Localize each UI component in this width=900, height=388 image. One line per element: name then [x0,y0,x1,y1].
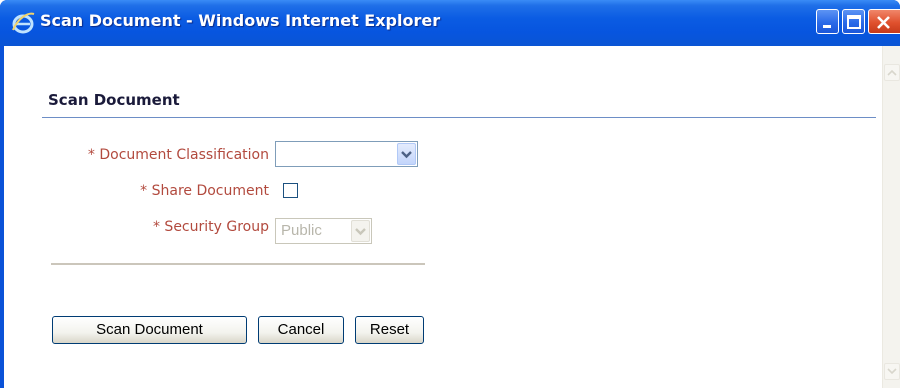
close-button[interactable] [868,9,900,34]
share-document-label: * Share Document [140,183,269,199]
maximize-icon [847,15,861,29]
chevron-down-icon [887,368,897,375]
ie-icon [12,12,35,34]
dropdown-button[interactable] [397,143,416,165]
scroll-up-button[interactable] [884,64,900,81]
reset-button[interactable]: Reset [355,316,424,344]
document-classification-select[interactable] [275,141,418,167]
scan-document-button[interactable]: Scan Document [52,316,247,344]
document-classification-label: * Document Classification [87,147,269,163]
minimize-icon [823,25,831,28]
dropdown-button-disabled [351,220,370,242]
page-content: Scan Document * Document Classification … [4,46,900,388]
chevron-up-icon [887,69,897,76]
close-icon [877,16,890,29]
section-divider [42,117,876,118]
form-divider [51,263,425,265]
chevron-down-icon [401,151,412,159]
security-group-value: Public [281,222,322,239]
security-group-label: * Security Group [152,219,269,235]
window-title: Scan Document - Windows Internet Explore… [40,11,441,30]
section-title: Scan Document [48,91,180,109]
vertical-scrollbar[interactable] [882,46,900,388]
share-document-checkbox[interactable] [283,183,298,198]
minimize-button[interactable] [816,9,839,34]
title-bar[interactable]: Scan Document - Windows Internet Explore… [0,0,900,46]
cancel-button[interactable]: Cancel [258,316,344,344]
scroll-down-button[interactable] [884,363,900,380]
browser-window: Scan Document - Windows Internet Explore… [0,0,900,388]
security-group-select: Public [275,218,372,244]
maximize-button[interactable] [842,9,865,34]
chevron-down-icon [355,228,366,236]
